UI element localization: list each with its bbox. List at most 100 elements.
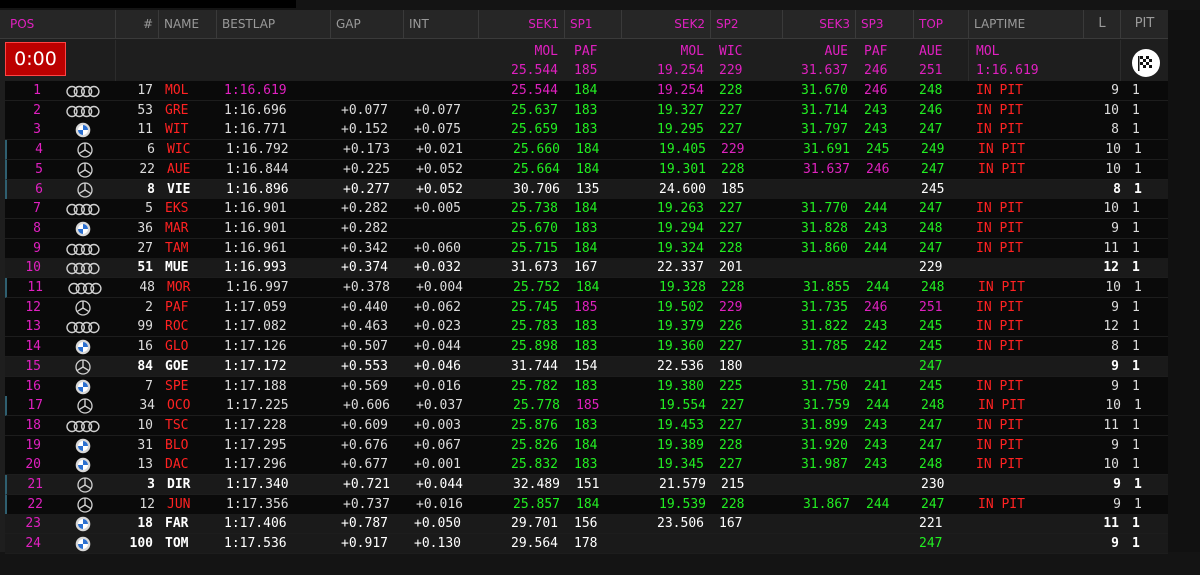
cell-laps: 10 xyxy=(1103,201,1119,217)
header-name[interactable]: NAME xyxy=(158,10,216,38)
table-row[interactable]: 11 48 MOR 1:16.997 +0.378 +0.004 25.752 184 19.3… xyxy=(5,278,1170,298)
cell-sek2: 19.263 xyxy=(657,201,704,217)
cell-sek2: 19.539 xyxy=(659,496,706,512)
column-header-row: POS # NAME BESTLAP GAP INT SEK1 SP1 SEK2… xyxy=(0,10,1168,39)
cell-laptime: IN PIT xyxy=(976,437,1023,453)
best-holder-sp1: PAF xyxy=(574,44,598,59)
header-gap[interactable]: GAP xyxy=(330,10,403,38)
cell-bestlap: 1:16.696 xyxy=(224,102,287,118)
cell-int: +0.004 xyxy=(416,280,463,295)
cell-num: 34 xyxy=(139,398,155,414)
cell-pos: 12 xyxy=(25,299,41,315)
cell-laptime: IN PIT xyxy=(976,319,1023,335)
cell-sp3: 244 xyxy=(866,280,890,295)
header-sek1[interactable]: SEK1 xyxy=(478,10,564,38)
header-top[interactable]: TOP xyxy=(913,10,968,38)
cell-laptime: IN PIT xyxy=(978,496,1025,512)
table-row[interactable]: 1 17 MOL 1:16.619 25.544 184 19.254 228 31.670 24… xyxy=(5,81,1168,101)
header-int[interactable]: INT xyxy=(403,10,478,38)
cell-sek1: 25.832 xyxy=(511,457,558,473)
table-row[interactable]: 2 53 GRE 1:16.696 +0.077 +0.077 25.637 183 19.32… xyxy=(5,100,1168,121)
table-row[interactable]: 13 99 ROC 1:17.082 +0.463 +0.023 25.783 183 19.3… xyxy=(5,317,1168,338)
merc-logo-icon xyxy=(77,477,93,493)
table-row[interactable]: 14 16 GLO 1:17.126 +0.507 +0.044 25.898 183 19.3… xyxy=(5,337,1168,358)
cell-sek3: 31.867 xyxy=(803,496,850,512)
table-row[interactable]: 23 18 FAR 1:17.406 +0.787 +0.050 29.701 156 23.5… xyxy=(5,514,1168,535)
audi-logo-icon xyxy=(65,103,101,118)
cell-top: 247 xyxy=(919,358,943,374)
cell-name: PAF xyxy=(165,299,189,315)
cell-gap: +0.277 xyxy=(343,181,390,197)
header-laps[interactable]: L xyxy=(1083,10,1120,38)
table-row[interactable]: 10 51 MUE 1:16.993 +0.374 +0.032 31.673 167 22.3… xyxy=(5,258,1168,279)
cell-int: +0.005 xyxy=(414,201,461,217)
audi-logo-icon xyxy=(65,83,101,98)
table-row[interactable]: 18 10 TSC 1:17.228 +0.609 +0.003 25.876 183 19.4… xyxy=(5,415,1168,436)
table-row[interactable]: 19 31 BLO 1:17.295 +0.676 +0.067 25.826 184 19.3… xyxy=(5,435,1168,456)
cell-sp1: 183 xyxy=(574,378,598,394)
table-row[interactable]: 3 11 WIT 1:16.771 +0.152 +0.075 25.659 183 19.29… xyxy=(5,120,1168,141)
cell-laptime: IN PIT xyxy=(978,142,1025,158)
cell-top: 245 xyxy=(921,181,945,197)
cell-top: 247 xyxy=(919,122,943,138)
table-row[interactable]: 8 36 MAR 1:16.901 +0.282 25.670 183 19.294 227 31… xyxy=(5,218,1168,239)
cell-sp3: 246 xyxy=(866,161,890,177)
cell-sp2: 227 xyxy=(719,201,743,217)
cell-sek3: 31.770 xyxy=(801,201,848,217)
cell-pos: 8 xyxy=(33,220,41,236)
table-row[interactable]: 7 5 EKS 1:16.901 +0.282 +0.005 25.738 184 19.263… xyxy=(5,199,1168,220)
cell-top: 247 xyxy=(919,201,943,217)
table-row[interactable]: 16 7 SPE 1:17.188 +0.569 +0.016 25.782 183 19.38… xyxy=(5,376,1168,397)
header-sp1[interactable]: SP1 xyxy=(564,10,621,38)
header-sp2[interactable]: SP2 xyxy=(710,10,782,38)
header-bestlap[interactable]: BESTLAP xyxy=(216,10,330,38)
cell-sp2: 228 xyxy=(719,83,743,98)
table-row[interactable]: 22 12 JUN 1:17.356 +0.737 +0.016 25.857 184 19.5… xyxy=(5,494,1170,515)
cell-bestlap: 1:16.901 xyxy=(224,220,287,236)
cell-gap: +0.609 xyxy=(341,417,388,433)
table-row[interactable]: 6 8 VIE 1:16.896 +0.277 +0.052 30.706 135 24.600… xyxy=(5,179,1170,200)
cell-num: 13 xyxy=(137,457,153,473)
cell-pit: 1 xyxy=(1132,122,1140,138)
cell-num: 2 xyxy=(145,299,153,315)
best-value-top: 251 xyxy=(919,63,943,78)
cell-pit: 1 xyxy=(1132,516,1140,532)
scrollbar-track[interactable] xyxy=(1168,10,1200,552)
header-sp3[interactable]: SP3 xyxy=(855,10,913,38)
cell-gap: +0.721 xyxy=(343,477,390,492)
table-row[interactable]: 15 84 GOE 1:17.172 +0.553 +0.046 31.744 154 22.5… xyxy=(5,356,1168,377)
cell-num: 8 xyxy=(147,181,155,197)
cell-bestlap: 1:16.844 xyxy=(226,161,289,177)
table-row[interactable]: 12 2 PAF 1:17.059 +0.440 +0.062 25.745 185 19.50… xyxy=(5,297,1168,318)
cell-pos: 6 xyxy=(35,181,43,197)
table-row[interactable]: 17 34 OCO 1:17.225 +0.606 +0.037 25.778 185 19.5… xyxy=(5,396,1170,417)
header-num[interactable]: # xyxy=(115,10,158,38)
cell-num: 36 xyxy=(137,220,153,236)
cell-pos: 14 xyxy=(25,339,41,355)
header-pit[interactable]: PIT xyxy=(1120,10,1168,38)
header-sek3[interactable]: SEK3 xyxy=(782,10,855,38)
cell-name: MOL xyxy=(165,83,189,98)
cell-sp3: 243 xyxy=(864,437,888,453)
cell-num: 7 xyxy=(145,378,153,394)
table-row[interactable]: 5 22 AUE 1:16.844 +0.225 +0.052 25.664 184 19.30… xyxy=(5,159,1170,180)
header-laptime[interactable]: LAPTIME xyxy=(968,10,1083,38)
header-sek2[interactable]: SEK2 xyxy=(621,10,710,38)
table-row[interactable]: 9 27 TAM 1:16.961 +0.342 +0.060 25.715 184 19.32… xyxy=(5,238,1168,259)
cell-sp2: 228 xyxy=(721,280,745,295)
cell-sek2: 19.254 xyxy=(657,83,704,98)
cell-sek2: 23.506 xyxy=(657,516,704,532)
table-row[interactable]: 20 13 DAC 1:17.296 +0.677 +0.001 25.832 183 19.3… xyxy=(5,455,1168,476)
cell-top: 247 xyxy=(921,496,945,512)
table-row[interactable]: 24 100 TOM 1:17.536 +0.917 +0.130 29.564 178 247… xyxy=(5,534,1168,555)
cell-name: BLO xyxy=(165,437,189,453)
cell-laptime: IN PIT xyxy=(978,161,1025,177)
table-row[interactable]: 4 6 WIC 1:16.792 +0.173 +0.021 25.660 184 19.405… xyxy=(5,140,1170,161)
table-row[interactable]: 21 3 DIR 1:17.340 +0.721 +0.044 32.489 151 21.57… xyxy=(5,475,1170,495)
cell-bestlap: 1:17.082 xyxy=(224,319,287,335)
cell-laptime: IN PIT xyxy=(976,220,1023,236)
checkered-flag-icon[interactable] xyxy=(1131,48,1161,78)
header-pos[interactable]: POS xyxy=(5,10,65,38)
bmw-logo-icon xyxy=(75,457,91,473)
cell-name: AUE xyxy=(167,161,191,177)
